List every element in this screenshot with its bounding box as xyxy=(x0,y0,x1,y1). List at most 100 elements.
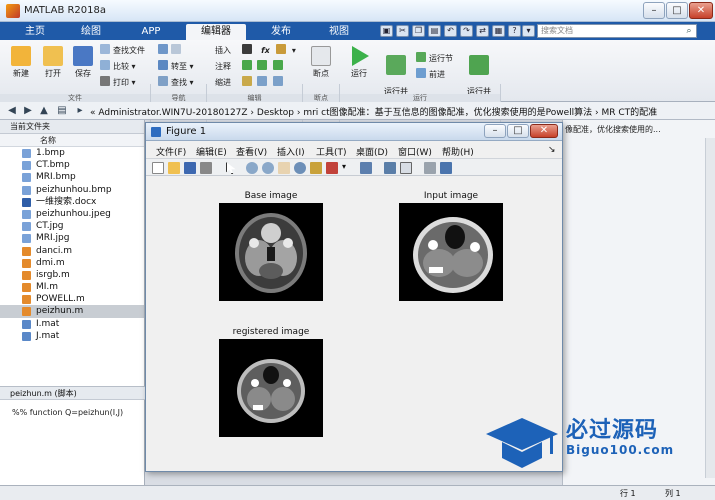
current-folder-path[interactable]: « Administrator.WIN7U-20180127Z › Deskto… xyxy=(90,105,657,118)
close-button[interactable]: ✕ xyxy=(689,2,713,19)
pan-hand-icon[interactable] xyxy=(278,162,290,174)
data-cursor-icon[interactable] xyxy=(310,162,322,174)
quick-menu-icon[interactable]: ▾ xyxy=(522,25,535,37)
column-header-name[interactable]: 名称 xyxy=(0,134,144,147)
menu-insert[interactable]: 插入(I) xyxy=(277,145,305,158)
print-figure-icon[interactable] xyxy=(200,162,212,174)
file-item[interactable]: CT.bmp xyxy=(0,159,144,171)
save-button[interactable]: 保存 xyxy=(68,46,98,79)
up-folder-icon[interactable]: ▲ xyxy=(38,105,50,117)
new-figure-icon[interactable] xyxy=(152,162,164,174)
watermark: 必过源码 Biguo100.com xyxy=(480,410,715,476)
file-item[interactable]: 1.bmp xyxy=(0,147,144,159)
file-item[interactable]: 一维搜索.docx xyxy=(0,196,144,208)
save-icon xyxy=(73,46,93,66)
maximize-button[interactable]: □ xyxy=(666,2,688,19)
quick-layout-icon[interactable]: ▦ xyxy=(492,25,505,37)
file-item[interactable]: peizhunhou.bmp xyxy=(0,184,144,196)
tab-publish[interactable]: 发布 xyxy=(256,24,306,40)
file-item[interactable]: MI.m xyxy=(0,281,144,293)
menu-window[interactable]: 窗口(W) xyxy=(398,145,432,158)
search-input[interactable]: 搜索文档 xyxy=(537,24,697,38)
link-plot-icon[interactable] xyxy=(360,162,372,174)
tab-home[interactable]: 主页 xyxy=(10,24,60,40)
quick-copy-icon[interactable]: ❐ xyxy=(412,25,425,37)
menu-file[interactable]: 文件(F) xyxy=(156,145,186,158)
search-icon[interactable]: ⌕ xyxy=(683,25,695,37)
quick-cut-icon[interactable]: ✂ xyxy=(396,25,409,37)
tab-plots[interactable]: 绘图 xyxy=(66,24,116,40)
m-file-icon xyxy=(22,307,31,317)
indent-button[interactable]: 缩进 xyxy=(215,76,286,88)
advance-button[interactable]: 前进 xyxy=(416,68,445,80)
figure-title-bar[interactable]: Figure 1 – □ ✕ xyxy=(146,123,562,141)
quick-undo-icon[interactable]: ↶ xyxy=(444,25,457,37)
file-item[interactable]: MRI.bmp xyxy=(0,171,144,183)
file-item[interactable]: MRI.jpg xyxy=(0,232,144,244)
base-image-axes[interactable] xyxy=(219,203,323,301)
file-item[interactable]: dmi.m xyxy=(0,257,144,269)
colorbar-icon[interactable] xyxy=(384,162,396,174)
run-button[interactable]: 运行 xyxy=(344,46,374,79)
quick-save-icon[interactable]: ▣ xyxy=(380,25,393,37)
input-image-axes[interactable] xyxy=(399,203,503,301)
browse-folder-icon[interactable]: ▤ xyxy=(56,105,68,117)
tab-apps[interactable]: APP xyxy=(126,24,176,40)
tab-view[interactable]: 视图 xyxy=(314,24,364,40)
new-button[interactable]: 新建 xyxy=(6,46,36,79)
run-section-button[interactable]: 运行节 xyxy=(416,52,453,64)
registered-image-axes[interactable] xyxy=(219,339,323,437)
file-item[interactable]: POWELL.m xyxy=(0,293,144,305)
figure-close-button[interactable]: ✕ xyxy=(530,124,558,138)
tab-editor[interactable]: 编辑器 xyxy=(186,24,246,40)
find-files-button[interactable]: 查找文件 xyxy=(100,44,145,56)
open-file-icon[interactable] xyxy=(168,162,180,174)
file-item[interactable]: peizhun.m xyxy=(0,305,144,318)
brush-dropdown-icon[interactable]: ▾ xyxy=(342,162,348,174)
quick-redo-icon[interactable]: ↷ xyxy=(460,25,473,37)
menu-tools[interactable]: 工具(T) xyxy=(316,145,347,158)
status-row: 行 1 xyxy=(620,489,636,498)
figure-minimize-button[interactable]: – xyxy=(484,124,506,138)
save-figure-icon[interactable] xyxy=(184,162,196,174)
menu-dock-icon[interactable]: ↘ xyxy=(548,145,556,155)
menu-help[interactable]: 帮助(H) xyxy=(442,145,474,158)
file-item[interactable]: isrgb.m xyxy=(0,269,144,281)
pointer-icon[interactable] xyxy=(226,162,236,174)
back-forward-buttons[interactable] xyxy=(158,44,184,56)
file-item[interactable]: peizhunhou.jpeg xyxy=(0,208,144,220)
find-button[interactable]: 查找 ▾ xyxy=(158,76,194,88)
rotate-3d-icon[interactable] xyxy=(294,162,306,174)
brush-icon[interactable] xyxy=(326,162,338,174)
figure-maximize-button[interactable]: □ xyxy=(507,124,529,138)
goto-button[interactable]: 转至 ▾ xyxy=(158,60,194,72)
quick-paste-icon[interactable]: ▤ xyxy=(428,25,441,37)
menu-edit[interactable]: 编辑(E) xyxy=(196,145,227,158)
file-item[interactable]: I.mat xyxy=(0,318,144,330)
path-root-icon[interactable]: ▸ xyxy=(74,105,86,117)
fx-button[interactable]: fx xyxy=(261,46,270,55)
open-button[interactable]: 打开 xyxy=(38,46,68,79)
hide-plot-tools-icon[interactable] xyxy=(424,162,436,174)
zoom-out-icon[interactable] xyxy=(262,162,274,174)
insert-button[interactable]: 插入 fx ▾ xyxy=(215,44,296,56)
menu-view[interactable]: 查看(V) xyxy=(236,145,267,158)
file-item[interactable]: CT.jpg xyxy=(0,220,144,232)
menu-desktop[interactable]: 桌面(D) xyxy=(356,145,388,158)
minimize-button[interactable]: – xyxy=(643,2,665,19)
img-file-icon xyxy=(22,173,31,183)
print-button[interactable]: 打印 ▾ xyxy=(100,76,136,88)
quick-switch-icon[interactable]: ⇄ xyxy=(476,25,489,37)
zoom-in-icon[interactable] xyxy=(246,162,258,174)
breakpoints-button[interactable]: 断点 xyxy=(306,46,336,79)
forward-icon[interactable]: ▶ xyxy=(22,105,34,117)
quick-help-icon[interactable]: ? xyxy=(508,25,521,37)
file-item[interactable]: J.mat xyxy=(0,330,144,342)
legend-icon[interactable] xyxy=(400,162,412,174)
comment-button[interactable]: 注释 xyxy=(215,60,286,72)
show-plot-tools-icon[interactable] xyxy=(440,162,452,174)
title-bar: MATLAB R2018a – □ ✕ xyxy=(0,0,715,22)
compare-button[interactable]: 比较 ▾ xyxy=(100,60,136,72)
back-icon[interactable]: ◀ xyxy=(6,105,18,117)
file-item[interactable]: danci.m xyxy=(0,245,144,257)
